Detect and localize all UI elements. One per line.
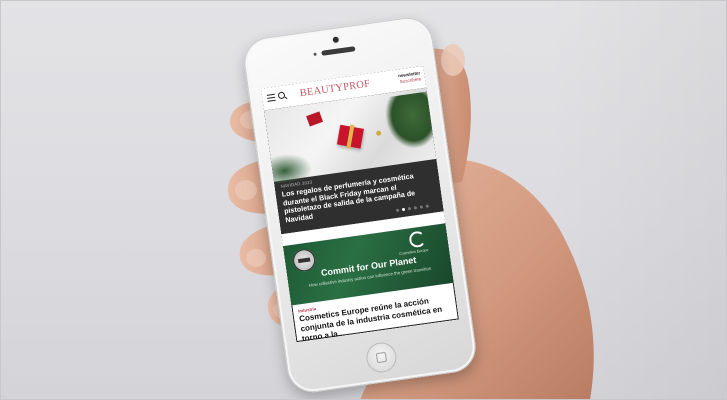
- hamburger-menu-icon[interactable]: [266, 93, 276, 102]
- header-links: newsletter Suscríbete: [398, 70, 422, 85]
- carousel-dot[interactable]: [425, 204, 430, 208]
- carousel-dot[interactable]: [413, 206, 418, 210]
- carousel-dot[interactable]: [407, 206, 412, 211]
- carousel-dot[interactable]: [401, 207, 406, 212]
- carousel-dot[interactable]: [395, 208, 400, 213]
- pine-branch: [383, 91, 435, 152]
- gift-box-small: [306, 111, 324, 127]
- thumb-nail: [441, 44, 465, 76]
- ornament: [375, 130, 382, 137]
- cosmetics-europe-logo-icon: [408, 230, 427, 249]
- phone-screen: BEAUTYPROF newsletter Suscríbete NAVIDAD…: [260, 65, 459, 343]
- carousel-dot[interactable]: [419, 205, 424, 209]
- home-square-icon: [375, 351, 388, 364]
- search-icon[interactable]: [277, 91, 286, 100]
- pine-branch-left: [270, 150, 314, 184]
- hero-carousel[interactable]: NAVIDAD 2023 Los regalos de perfumería y…: [263, 87, 444, 235]
